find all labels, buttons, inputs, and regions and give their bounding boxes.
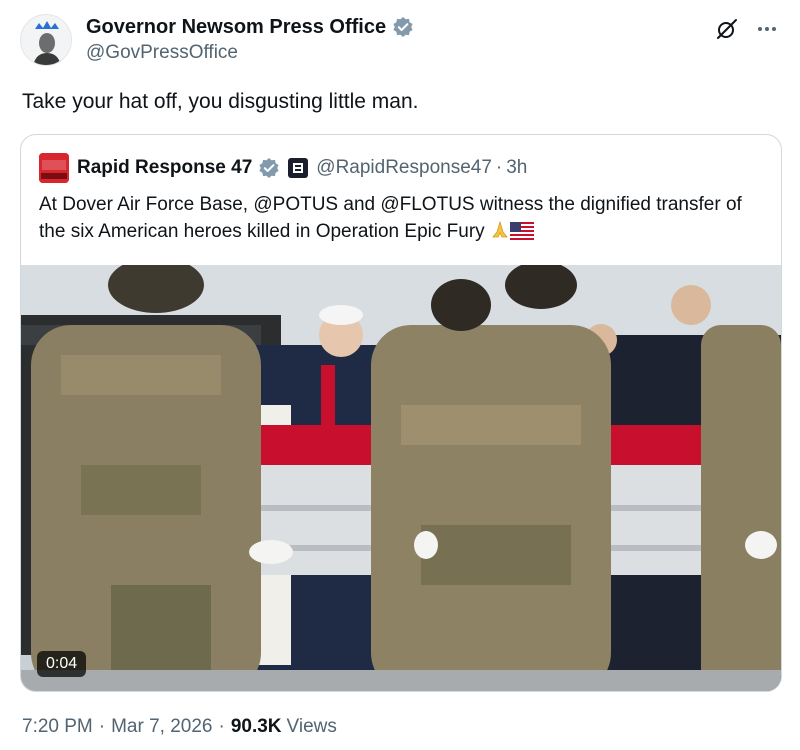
author-block: Governor Newsom Press Office @GovPressOf… [86, 14, 414, 64]
us-flag-emoji [509, 221, 534, 248]
separator-dot: · [98, 716, 106, 737]
tweet-date[interactable]: Mar 7, 2026 [111, 716, 212, 738]
affiliate-badge-icon[interactable] [288, 158, 309, 178]
quoted-header: Rapid Response 47 @RapidResponse47 · 3h [39, 153, 527, 183]
quoted-time[interactable]: 3h [506, 157, 527, 179]
author-avatar[interactable] [20, 14, 72, 66]
author-name[interactable]: Governor Newsom Press Office [86, 16, 386, 39]
tweet-text: Take your hat off, you disgusting little… [22, 90, 419, 113]
quoted-author-name[interactable]: Rapid Response 47 [77, 157, 252, 179]
tweet: Governor Newsom Press Office @GovPressOf… [0, 0, 800, 750]
views-count[interactable]: 90.3K [231, 716, 282, 738]
grok-icon[interactable] [714, 16, 740, 42]
verified-badge-icon [392, 16, 414, 38]
video-duration: 0:04 [37, 651, 87, 677]
quoted-text-body: At Dover Air Force Base, @POTUS and @FLO… [39, 194, 742, 242]
views-label: Views [286, 716, 337, 737]
video-player[interactable]: 0:04 [21, 265, 781, 691]
quoted-text: At Dover Air Force Base, @POTUS and @FLO… [39, 191, 769, 248]
more-icon[interactable] [754, 16, 780, 42]
separator-dot: · [218, 716, 225, 737]
tweet-meta: 7:20 PM · Mar 7, 2026 · 90.3K Views [22, 716, 337, 738]
verified-badge-icon [258, 157, 280, 179]
video-thumbnail [21, 265, 781, 691]
author-handle[interactable]: @GovPressOffice [86, 42, 414, 64]
quoted-avatar[interactable] [39, 153, 69, 183]
tweet-time[interactable]: 7:20 PM [22, 716, 93, 738]
quoted-author-handle[interactable]: @RapidResponse47 [316, 157, 492, 179]
tweet-actions [714, 16, 780, 42]
quoted-tweet[interactable]: Rapid Response 47 @RapidResponse47 · 3h … [20, 134, 782, 692]
separator-dot: · [495, 157, 503, 178]
praying-hands-emoji [490, 220, 510, 248]
